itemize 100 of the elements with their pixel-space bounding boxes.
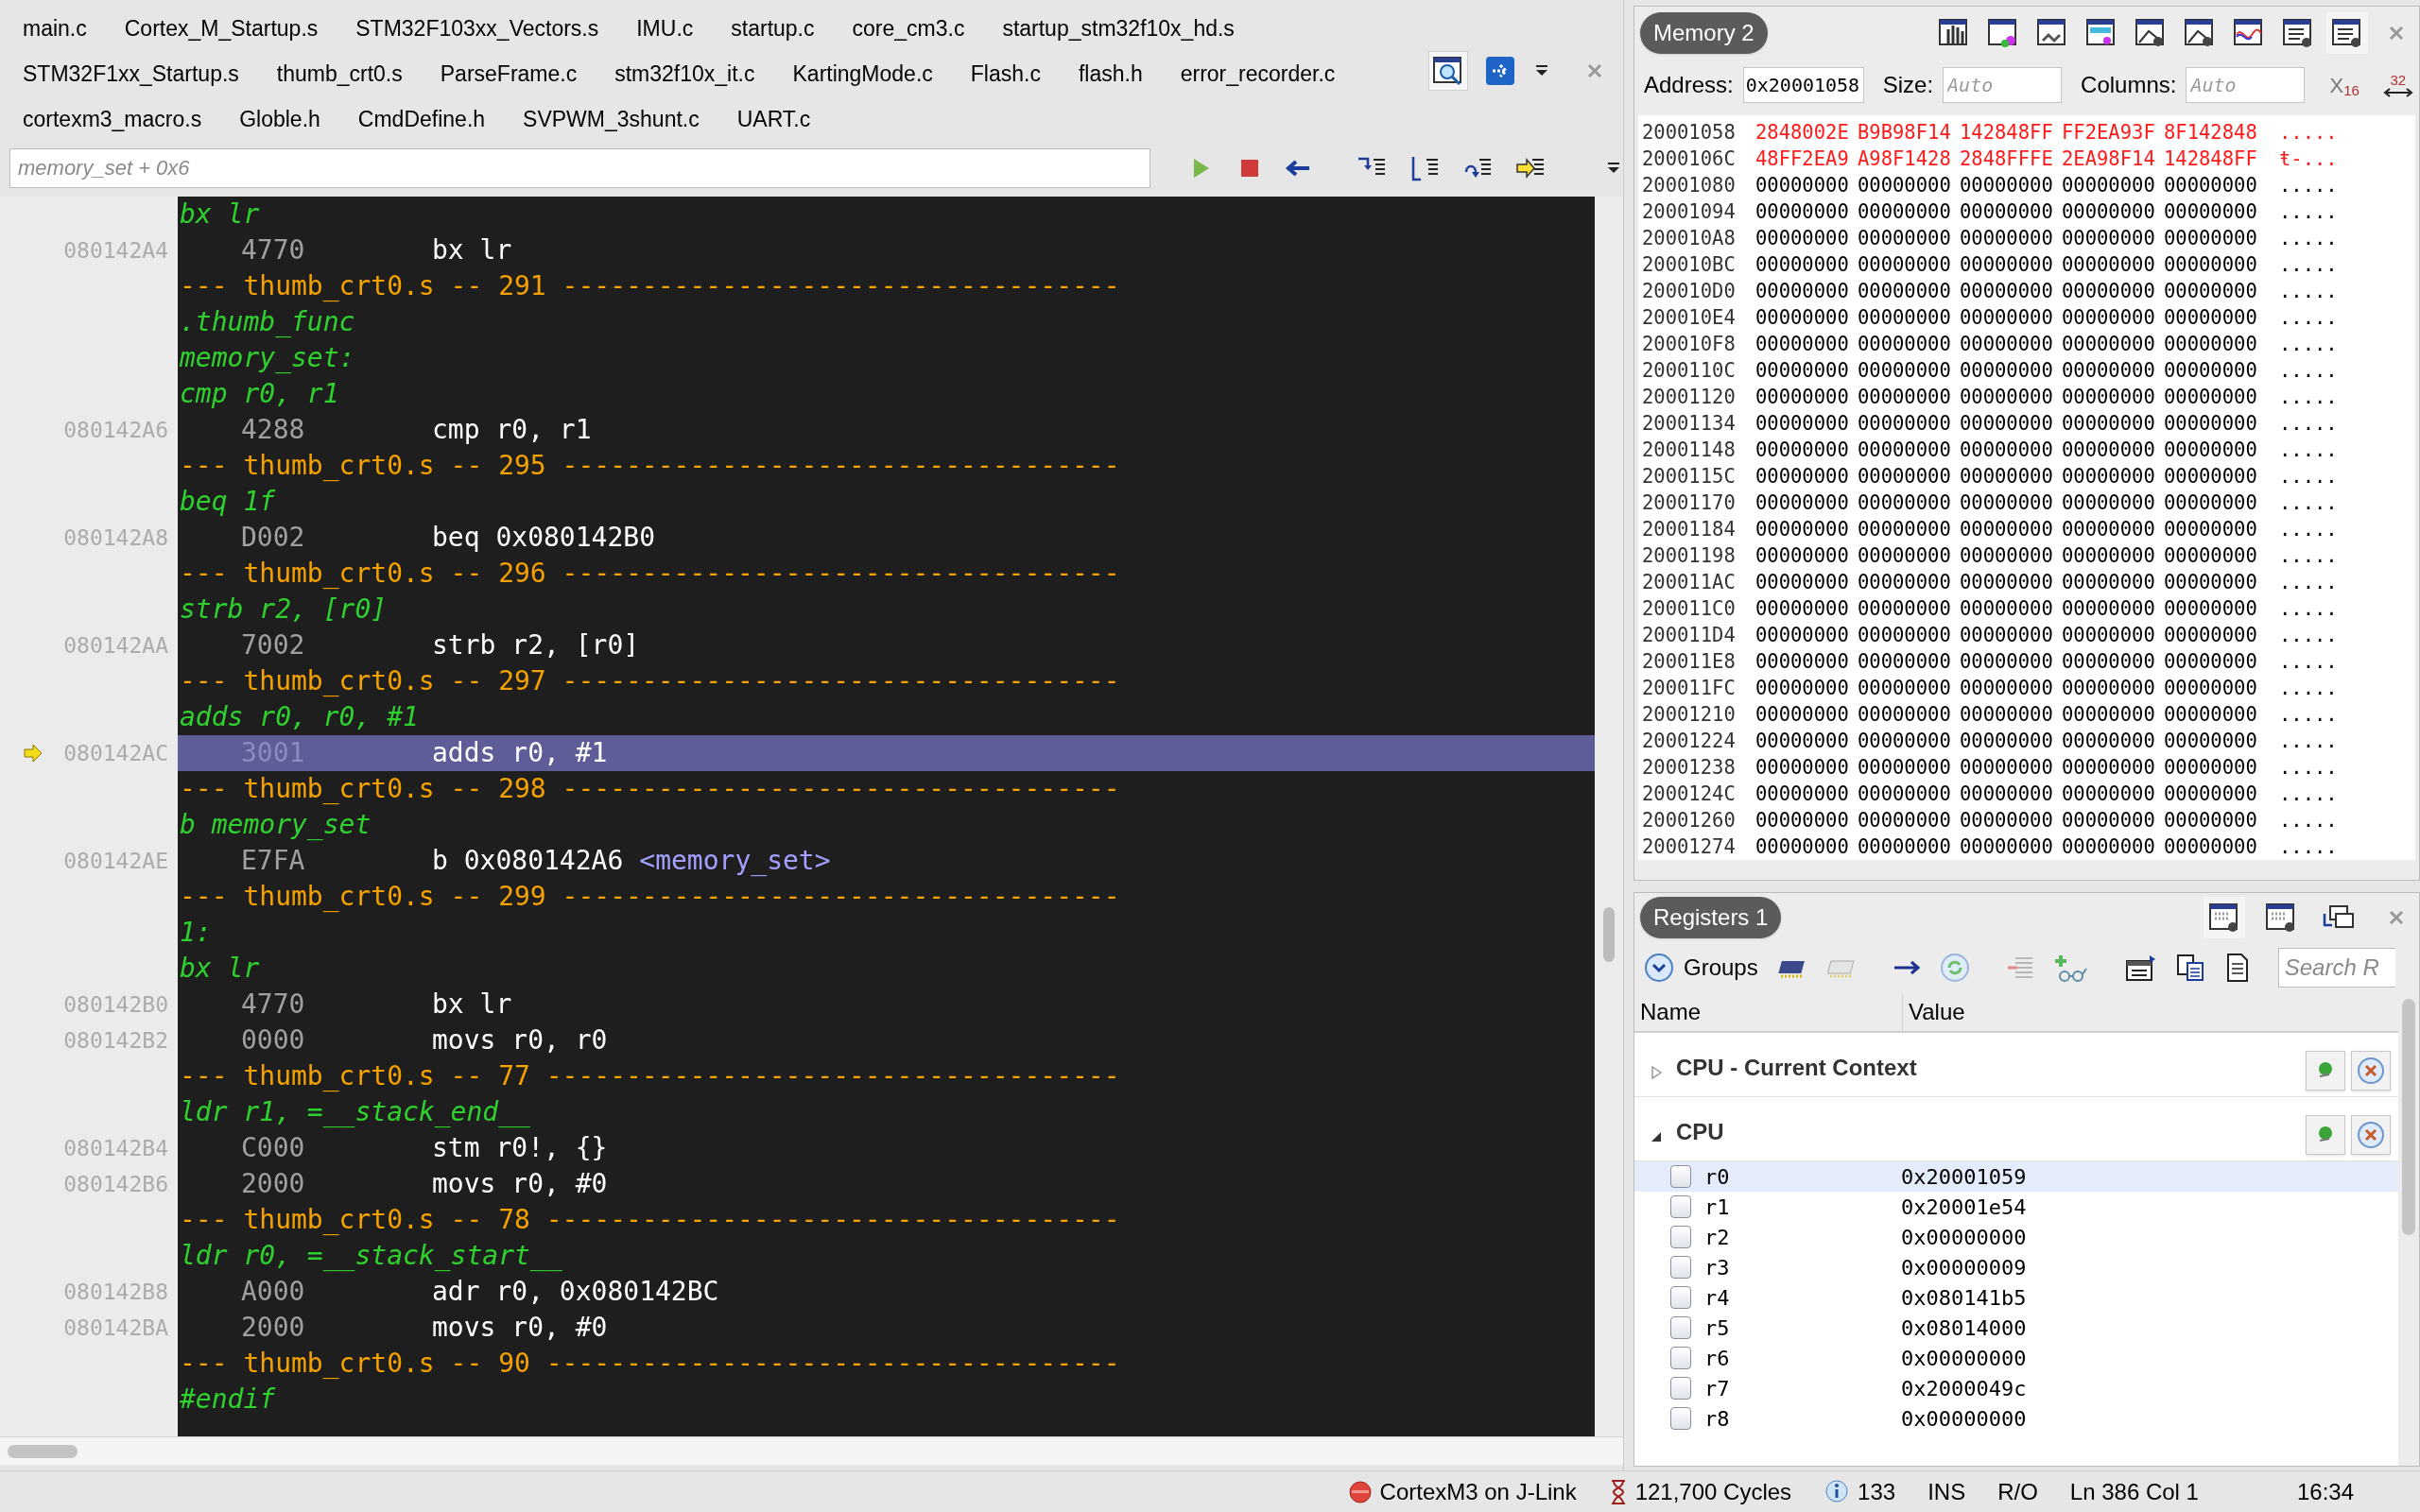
source-line: adds r0, r0, #1: [180, 700, 419, 734]
register-value: 0x20001059: [1901, 1163, 2027, 1191]
memory-cell-text: 00000000: [1755, 569, 1850, 595]
radix-button[interactable]: X$_{16}$: [2325, 69, 2363, 101]
file-tab[interactable]: error_recorder.c: [1180, 57, 1336, 91]
file-line-marker: --- thumb_crt0.s -- 90 ------------------------------------: [180, 1347, 1120, 1381]
memory-cell-text: 00000000: [1755, 648, 1850, 675]
arrow-icon[interactable]: [1892, 958, 1923, 977]
collapse-triangle-icon[interactable]: [1650, 1130, 1663, 1143]
find-in-file-icon[interactable]: [1428, 51, 1468, 91]
memory-cell-text: 00000000: [2062, 542, 2156, 569]
memory-cell-text: 00000000: [1755, 622, 1850, 648]
memory-cell-text: 00000000: [1755, 542, 1850, 569]
pin-icon[interactable]: [2306, 1051, 2345, 1091]
file-tab[interactable]: main.c: [23, 11, 87, 45]
register-name: r3: [1704, 1254, 1731, 1281]
ascii-text: .....: [2279, 595, 2338, 622]
checkbox[interactable]: [1670, 1256, 1691, 1279]
memory-cell-text: 00000000: [1858, 648, 1952, 675]
memory-cell-text: 00000000: [1858, 595, 1952, 622]
group-name: CPU: [1676, 1118, 1724, 1146]
ascii-text: .....: [2279, 251, 2338, 278]
register-row[interactable]: r0 0x20001059: [1634, 1161, 2398, 1192]
file-tab[interactable]: startup_stm32f10x_hd.s: [1002, 11, 1235, 45]
source-line: ldr r1, =__stack_end__: [180, 1095, 530, 1129]
memory-cell-text: A98F1428: [1858, 146, 1952, 172]
file-tab[interactable]: IMU.c: [636, 11, 694, 45]
file-tab[interactable]: startup.c: [731, 11, 815, 45]
checkbox[interactable]: [1670, 1377, 1691, 1400]
source-line: bx lr: [180, 952, 260, 986]
memory-cell-text: 00000000: [2164, 675, 2258, 701]
memory-cell-text: 00000000: [1960, 516, 2054, 542]
checkbox[interactable]: [1670, 1165, 1691, 1188]
opcode: 4770: [241, 233, 306, 267]
source-line: 1:: [180, 916, 212, 950]
file-tab[interactable]: cortexm3_macro.s: [23, 102, 202, 136]
instruction-text: adr r0, 0x080142BC: [432, 1275, 719, 1309]
grid-window-icon[interactable]: [2204, 897, 2245, 938]
cycle-count: 121,700 Cycles: [1634, 1477, 1792, 1506]
file-tab[interactable]: stm32f10x_it.c: [614, 57, 755, 91]
ascii-text: .....: [2279, 728, 2338, 754]
file-tab[interactable]: SVPWM_3shunt.c: [523, 102, 700, 136]
memory-cell-text: 00000000: [1960, 701, 2054, 728]
checkbox[interactable]: [1670, 1286, 1691, 1309]
expand-triangle-icon[interactable]: [1650, 1066, 1663, 1079]
current-line-arrow-icon: [23, 743, 43, 764]
memory-cell-text: 00000000: [1858, 251, 1952, 278]
memory-cell-text: 00000000: [1755, 225, 1850, 251]
file-tab[interactable]: flash.h: [1078, 57, 1143, 91]
file-tab[interactable]: thumb_crt0.s: [276, 57, 403, 91]
address-field[interactable]: 0x20001058: [1742, 67, 1864, 104]
file-tab[interactable]: KartingMode.c: [792, 57, 933, 91]
groups-button[interactable]: Groups: [1644, 951, 1758, 985]
column-header[interactable]: Name: [1634, 993, 1903, 1031]
list-icon[interactable]: [2326, 11, 2368, 54]
file-line-marker: --- thumb_crt0.s -- 299 -----------------------------------: [180, 880, 1120, 914]
scrollbar-thumb[interactable]: [8, 1445, 78, 1458]
column-header[interactable]: Value: [1903, 993, 2398, 1031]
memory-cell-text: 00000000: [2164, 490, 2258, 516]
memory-cell-text: 00000000: [1858, 225, 1952, 251]
checkbox[interactable]: [1670, 1347, 1691, 1369]
source-line: strb r2, [r0]: [180, 593, 388, 627]
file-tab[interactable]: core_cm3.c: [852, 11, 965, 45]
file-tab[interactable]: UART.c: [736, 102, 811, 136]
file-tab[interactable]: STM32F1xx_Startup.s: [23, 57, 239, 91]
ascii-text: .....: [2279, 516, 2338, 542]
pin-icon[interactable]: [2306, 1115, 2345, 1155]
checkbox[interactable]: [1670, 1226, 1691, 1248]
memory-address: 20001198: [1642, 542, 1737, 569]
memory-cell-text: 00000000: [1960, 781, 2054, 807]
search-field[interactable]: Search R: [2277, 948, 2395, 988]
close-icon[interactable]: [2351, 1115, 2391, 1155]
file-tab[interactable]: STM32F103xx_Vectors.s: [355, 11, 599, 45]
memory-cell-text: 00000000: [1858, 622, 1952, 648]
memory-address: 2000110C: [1642, 357, 1737, 384]
memory-cell-text: 142848FF: [2164, 146, 2258, 172]
ascii-text: .....: [2279, 198, 2338, 225]
memory-cell-text: 00000000: [2062, 490, 2156, 516]
scrollbar-thumb[interactable]: [1603, 907, 1615, 962]
file-line-marker: --- thumb_crt0.s -- 298 -----------------------------------: [180, 772, 1120, 806]
field-label: Address:: [1644, 71, 1734, 100]
close-icon[interactable]: [2351, 1051, 2391, 1091]
memory-cell-text: 00000000: [1960, 410, 2054, 437]
checkbox[interactable]: [1670, 1195, 1691, 1218]
memory-cell-text: 00000000: [1960, 463, 2054, 490]
source-line: bx lr: [180, 198, 260, 232]
checkbox[interactable]: [1670, 1316, 1691, 1339]
file-tab[interactable]: Globle.h: [239, 102, 320, 136]
scrollbar-thumb[interactable]: [2402, 999, 2415, 1235]
file-tab[interactable]: Flash.c: [970, 57, 1041, 91]
memory-cell-text: 00000000: [2062, 463, 2156, 490]
checkbox[interactable]: [1670, 1407, 1691, 1430]
width-button[interactable]: 32: [2381, 72, 2414, 98]
file-tab[interactable]: ParseFrame.c: [440, 57, 578, 91]
memory-cell-text: 00000000: [2062, 807, 2156, 833]
memory-cell-text: 00000000: [2062, 569, 2156, 595]
file-tab[interactable]: Cortex_M_Startup.s: [124, 11, 319, 45]
file-tab[interactable]: CmdDefine.h: [357, 102, 486, 136]
location-field[interactable]: memory_set + 0x6: [9, 148, 1150, 188]
ascii-text: .....: [2279, 119, 2338, 146]
